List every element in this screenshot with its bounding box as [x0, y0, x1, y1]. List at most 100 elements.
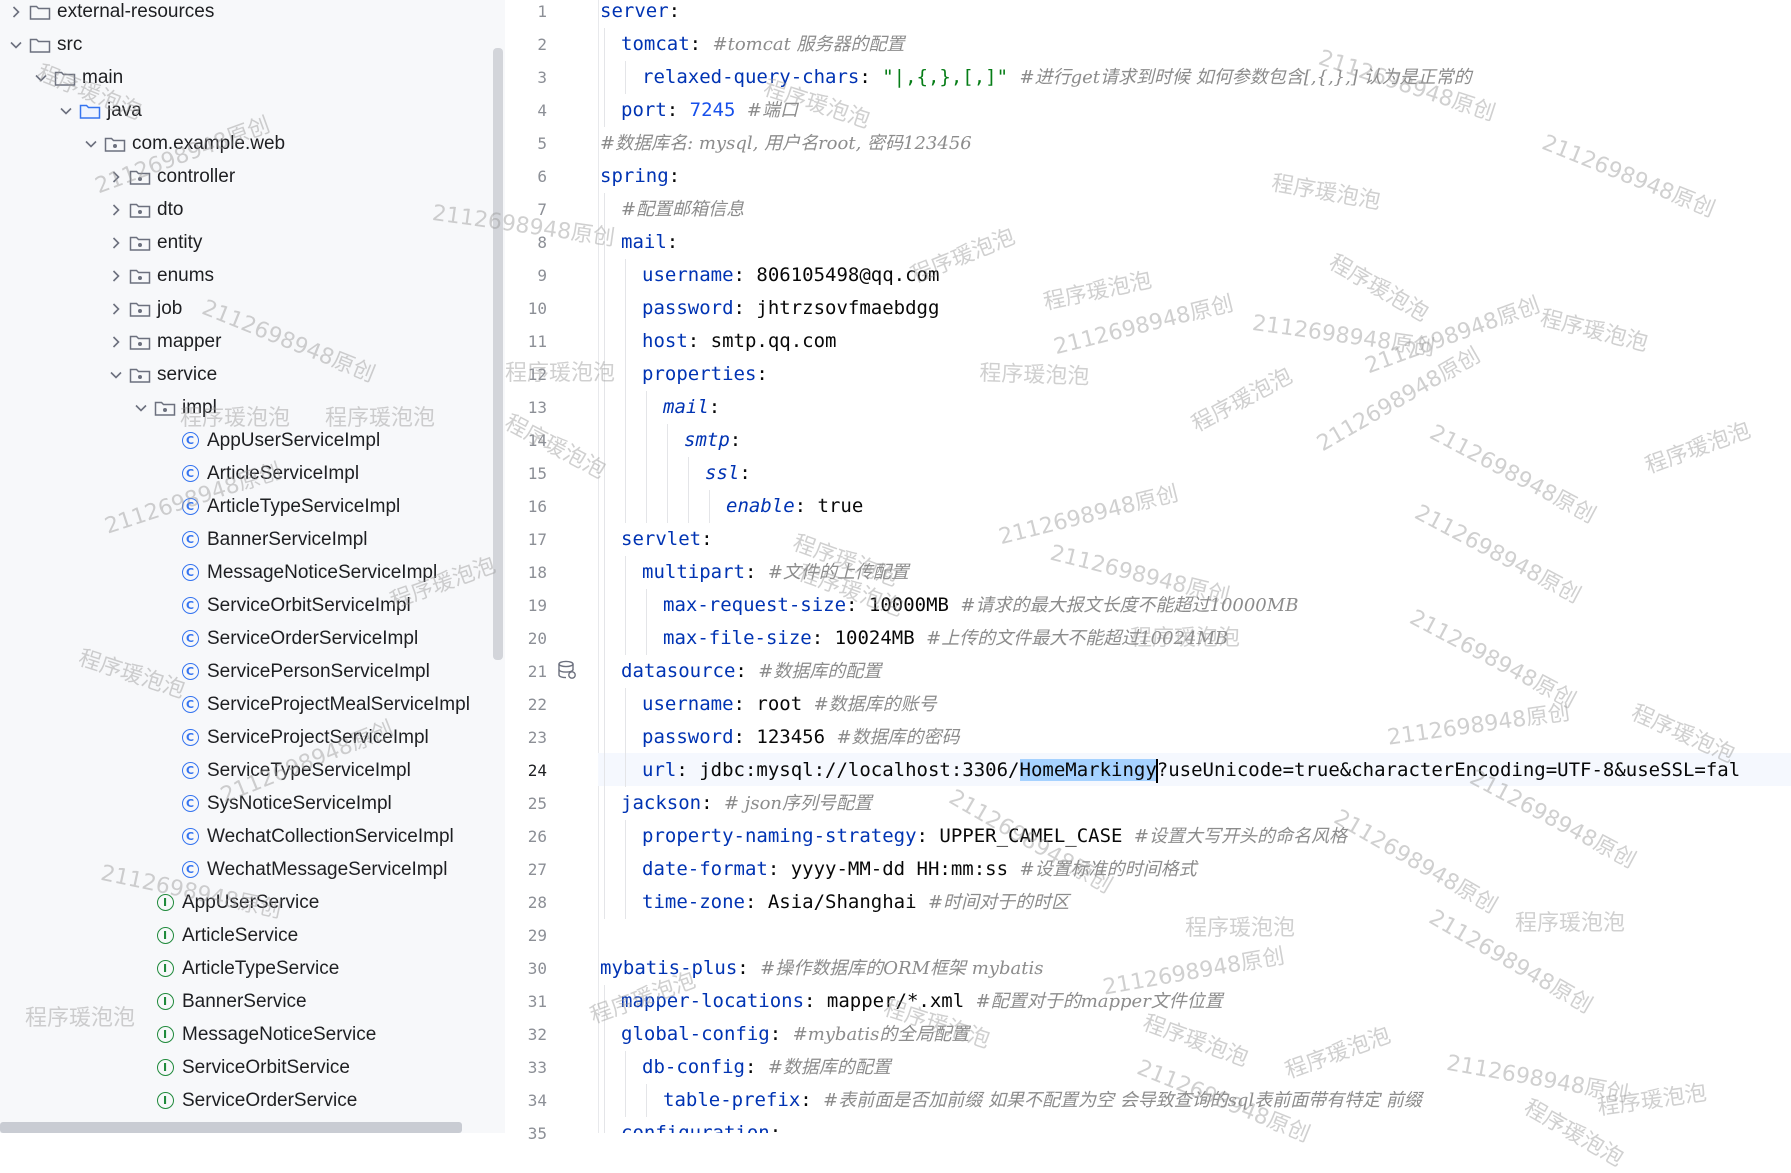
code-line[interactable]: mail: — [663, 391, 720, 424]
indent-guide — [667, 457, 668, 490]
indent-guide — [604, 1051, 605, 1084]
tree-item[interactable]: I BannerService — [129, 985, 307, 1018]
tree-item[interactable]: impl — [129, 391, 217, 424]
tree-item[interactable]: com.example.web — [79, 127, 285, 160]
indent-guide — [604, 457, 605, 490]
chevron-right-icon[interactable] — [104, 198, 128, 222]
code-line[interactable]: host: smtp.qq.com — [642, 325, 836, 358]
tree-item[interactable]: C SysNoticeServiceImpl — [154, 787, 392, 820]
code-line[interactable]: max-request-size: 10000MB #请求的最大报文长度不能超过… — [663, 589, 1298, 622]
chevron-down-icon[interactable] — [104, 363, 128, 387]
tree-item[interactable]: I ServiceOrderService — [129, 1084, 357, 1117]
tree-item[interactable]: C ArticleTypeServiceImpl — [154, 490, 400, 523]
indent-guide — [625, 358, 626, 391]
chevron-right-icon[interactable] — [104, 231, 128, 255]
tree-item[interactable]: C ServiceOrbitServiceImpl — [154, 589, 411, 622]
code-line[interactable]: jackson: # json序列号配置 — [621, 787, 872, 820]
tree-item[interactable]: C AppUserServiceImpl — [154, 424, 380, 457]
tree-horizontal-scrollbar[interactable] — [0, 1122, 462, 1133]
tree-item[interactable]: I ArticleService — [129, 919, 298, 952]
tree-item[interactable]: I ServiceOrbitService — [129, 1051, 350, 1084]
code-line[interactable]: properties: — [642, 358, 768, 391]
tree-scrollbar-thumb[interactable] — [493, 48, 503, 660]
code-line[interactable]: tomcat: #tomcat 服务器的配置 — [621, 28, 905, 61]
tree-item[interactable]: C WechatMessageServiceImpl — [154, 853, 447, 886]
code-line[interactable]: username: 806105498@qq.com — [642, 259, 939, 292]
chevron-right-icon[interactable] — [104, 165, 128, 189]
chevron-down-icon[interactable] — [129, 396, 153, 420]
code-line[interactable]: #配置邮箱信息 — [621, 193, 744, 226]
code-line[interactable]: date-format: yyyy-MM-dd HH:mm:ss #设置标准的时… — [642, 853, 1197, 886]
tree-item[interactable]: enums — [104, 259, 214, 292]
tree-item[interactable]: I AppUserService — [129, 886, 319, 919]
line-number: 30 — [527, 959, 547, 978]
tree-item[interactable]: I ArticleTypeService — [129, 952, 339, 985]
code-line[interactable]: table-prefix: #表前面是否加前缀 如果不配置为空 会导致查询的sq… — [663, 1084, 1422, 1117]
code-line[interactable]: password: 123456 #数据库的密码 — [642, 721, 960, 754]
code-line[interactable]: mybatis-plus: #操作数据库的ORM框架 mybatis — [600, 952, 1043, 985]
code-line[interactable]: datasource: #数据库的配置 — [621, 655, 881, 688]
code-token: : smtp.qq.com — [687, 330, 837, 352]
tree-item[interactable]: C ServicePersonServiceImpl — [154, 655, 430, 688]
tree-item[interactable]: C MessageNoticeServiceImpl — [154, 556, 437, 589]
code-line[interactable]: smtp: — [684, 424, 741, 457]
tree-item[interactable]: main — [29, 61, 123, 94]
tree-item[interactable]: C WechatCollectionServiceImpl — [154, 820, 454, 853]
line-number: 14 — [527, 431, 547, 450]
tree-item[interactable]: C ServiceOrderServiceImpl — [154, 622, 418, 655]
code-line[interactable]: username: root #数据库的账号 — [642, 688, 937, 721]
code-line[interactable]: ssl: — [705, 457, 751, 490]
code-line[interactable]: port: 7245 #端口 — [621, 94, 798, 127]
code-line[interactable]: time-zone: Asia/Shanghai #时间对于的时区 — [642, 886, 1069, 919]
tree-item[interactable]: entity — [104, 226, 202, 259]
tree-item[interactable]: mapper — [104, 325, 221, 358]
tree-item[interactable]: C ArticleServiceImpl — [154, 457, 359, 490]
code-line[interactable]: global-config: #mybatis的全局配置 — [621, 1018, 969, 1051]
indent-guide — [667, 490, 668, 523]
tree-item[interactable]: C BannerServiceImpl — [154, 523, 368, 556]
tree-item-label: WechatMessageServiceImpl — [207, 858, 448, 880]
tree-item[interactable]: dto — [104, 193, 183, 226]
tree-item[interactable]: controller — [104, 160, 235, 193]
code-line[interactable]: db-config: #数据库的配置 — [642, 1051, 891, 1084]
chevron-down-icon[interactable] — [4, 33, 28, 57]
tree-item[interactable]: C ServiceProjectMealServiceImpl — [154, 688, 470, 721]
code-line[interactable]: spring: — [600, 160, 680, 193]
code-editor[interactable]: server: tomcat: #tomcat 服务器的配置 relaxed-que… — [598, 0, 1791, 1133]
tree-item[interactable]: java — [54, 94, 142, 127]
tree-item[interactable]: C ServiceProjectServiceImpl — [154, 721, 429, 754]
chevron-down-icon[interactable] — [29, 66, 53, 90]
code-line[interactable]: mapper-locations: mapper/*.xml #配置对于的map… — [621, 985, 1223, 1018]
package-icon — [128, 165, 152, 189]
code-line[interactable]: enable: true — [726, 490, 863, 523]
tree-item[interactable]: src — [4, 28, 82, 61]
chevron-right-icon[interactable] — [104, 264, 128, 288]
chevron-down-icon[interactable] — [79, 132, 103, 156]
chevron-down-icon[interactable] — [54, 99, 78, 123]
line-number: 11 — [527, 332, 547, 351]
code-line[interactable]: url: jdbc:mysql://localhost:3306/HomeMar… — [642, 754, 1740, 787]
code-line[interactable]: #数据库名: mysql, 用户名root, 密码123456 — [600, 127, 972, 160]
tree-item[interactable]: external-resources — [4, 0, 214, 28]
chevron-right-icon[interactable] — [104, 297, 128, 321]
code-line[interactable]: property-naming-strategy: UPPER_CAMEL_CA… — [642, 820, 1347, 853]
tree-item[interactable]: job — [104, 292, 182, 325]
code-line[interactable]: password: jhtrzsovfmaebdgg — [642, 292, 939, 325]
code-line[interactable]: mail: — [621, 226, 678, 259]
tree-item[interactable]: I MessageNoticeService — [129, 1018, 376, 1051]
code-line[interactable]: max-file-size: 10024MB #上传的文件最大不能超过10024… — [663, 622, 1228, 655]
chevron-right-icon[interactable] — [4, 0, 28, 24]
code-comment: #上传的文件最大不能超过10024MB — [926, 628, 1229, 649]
code-comment: #进行get请求到时候 如何参数包含[,{,},] 认为是正常的 — [1019, 67, 1472, 88]
tree-item[interactable]: service — [104, 358, 217, 391]
code-line[interactable]: server: — [600, 0, 680, 28]
database-icon[interactable] — [557, 660, 577, 680]
code-line[interactable]: configuration: — [621, 1117, 781, 1133]
code-line[interactable]: servlet: — [621, 523, 713, 556]
code-line[interactable]: relaxed-query-chars: "|,{,},[,]" #进行get请… — [642, 61, 1472, 94]
indent-guide — [625, 457, 626, 490]
chevron-right-icon[interactable] — [104, 330, 128, 354]
code-line[interactable]: multipart: #文件的上传配置 — [642, 556, 909, 589]
tree-item[interactable]: C ServiceTypeServiceImpl — [154, 754, 411, 787]
